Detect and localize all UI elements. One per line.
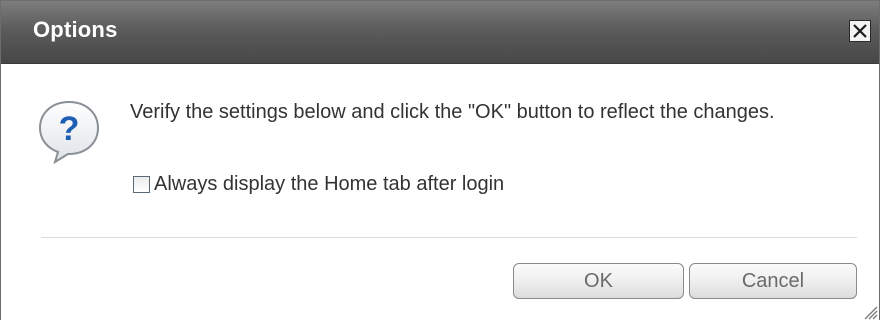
question-icon: ? (38, 100, 100, 165)
options-dialog: Options ? Verify the settings below and … (0, 0, 880, 320)
resize-grip-icon[interactable] (860, 302, 878, 320)
divider (41, 237, 857, 238)
dialog-message: Verify the settings below and click the … (130, 101, 775, 123)
close-button[interactable] (849, 20, 871, 42)
home-tab-checkbox[interactable] (133, 175, 150, 193)
ok-button[interactable]: OK (513, 263, 684, 299)
close-icon (853, 24, 867, 38)
home-tab-checkbox-label[interactable]: Always display the Home tab after login (154, 173, 504, 196)
dialog-content: ? Verify the settings below and click th… (1, 64, 879, 320)
svg-text:?: ? (59, 110, 80, 148)
dialog-titlebar[interactable]: Options (1, 1, 879, 64)
dialog-title: Options (33, 17, 118, 42)
home-tab-checkbox-row[interactable]: Always display the Home tab after login (133, 172, 504, 196)
cancel-button[interactable]: Cancel (689, 263, 857, 299)
